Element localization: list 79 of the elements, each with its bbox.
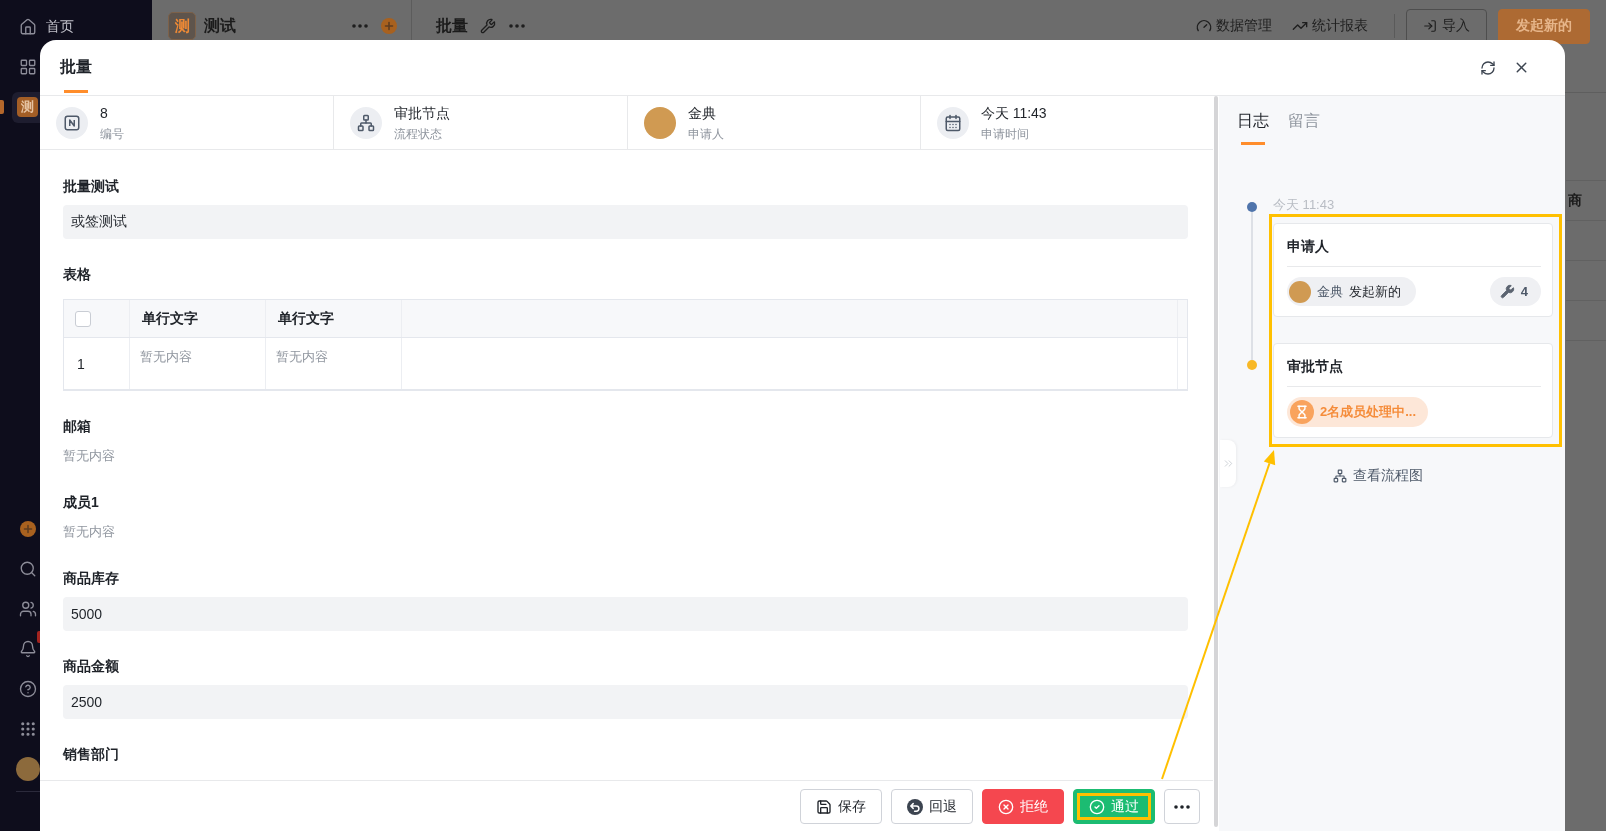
- summary-label: 流程状态: [394, 125, 444, 142]
- value-field: 2500: [63, 685, 1188, 719]
- back-button[interactable]: 回退: [891, 789, 973, 824]
- search-icon[interactable]: [19, 560, 37, 578]
- empty-value: 暂无内容: [63, 523, 115, 541]
- card-title: 申请人: [1287, 237, 1329, 255]
- field-label: 表格: [63, 265, 92, 284]
- page-title: 批量: [436, 15, 468, 36]
- calendar-icon: [936, 106, 969, 139]
- row-number: 1: [77, 355, 85, 372]
- undo-icon: [907, 798, 923, 815]
- table-cell-text: 暂无内容: [276, 348, 328, 366]
- column-header: 单行文字: [142, 309, 198, 328]
- plus-icon[interactable]: [20, 521, 36, 537]
- save-button[interactable]: 保存: [800, 789, 882, 824]
- more-icon[interactable]: [352, 24, 368, 28]
- field-label: 商品金额: [63, 657, 120, 676]
- active-indicator: [0, 100, 4, 114]
- action-text: 发起新的: [1349, 282, 1401, 301]
- users-icon[interactable]: [19, 600, 37, 618]
- bell-icon[interactable]: [19, 640, 37, 658]
- wrench-icon[interactable]: [480, 18, 496, 34]
- summary-value: 今天 11:43: [980, 103, 1047, 122]
- field-label: 批量测试: [63, 177, 120, 196]
- square-n-icon: [56, 106, 88, 139]
- toolbar-link[interactable]: 数据管理: [1196, 17, 1272, 35]
- avatar: [643, 106, 676, 139]
- hierarchy-icon: [350, 106, 383, 139]
- column-header: 商: [1567, 191, 1582, 210]
- value-field: 或签测试: [63, 205, 1188, 239]
- summary-label: 申请人: [687, 125, 724, 142]
- summary-label: 申请时间: [980, 125, 1030, 142]
- gauge-icon: [1196, 18, 1212, 34]
- collapse-handle[interactable]: [1220, 440, 1236, 487]
- summary-label: 编号: [100, 125, 124, 142]
- app-name: 测试: [204, 15, 236, 36]
- more-icon[interactable]: [509, 24, 525, 28]
- table-cell-text: 暂无内容: [140, 348, 192, 366]
- help-icon[interactable]: [19, 680, 37, 698]
- sidebar-item[interactable]: 测: [12, 91, 40, 123]
- app-icon: 测: [168, 12, 196, 40]
- log-time: 今天 11:43: [1272, 196, 1335, 214]
- empty-value: 暂无内容: [63, 447, 115, 465]
- check-circle-icon: [1089, 798, 1105, 815]
- column-header: 单行文字: [278, 309, 334, 328]
- home-icon: [19, 18, 37, 36]
- count-label: 4: [1520, 284, 1528, 299]
- refresh-icon[interactable]: [1480, 59, 1496, 76]
- field-label: 邮箱: [63, 417, 92, 436]
- app-tile: 测: [17, 97, 38, 117]
- grid-icon: [19, 58, 37, 76]
- summary-value: 8: [100, 103, 109, 122]
- card-title: 审批节点: [1287, 357, 1343, 375]
- summary-value: 金典: [687, 103, 717, 122]
- toolbar-link[interactable]: 统计报表: [1292, 17, 1368, 35]
- value-field: 5000: [63, 597, 1188, 631]
- flow-chart-link[interactable]: 查看流程图: [1333, 467, 1423, 485]
- field-label: 商品库存: [63, 569, 120, 588]
- checkbox[interactable]: [75, 310, 91, 327]
- x-circle-icon: [998, 798, 1014, 815]
- hourglass-icon: [1290, 400, 1314, 424]
- approve-button[interactable]: 通过: [1073, 789, 1155, 824]
- reject-button[interactable]: 拒绝: [982, 789, 1064, 824]
- field-label: 销售部门: [63, 745, 120, 764]
- avatar: [1289, 280, 1311, 303]
- apps-icon[interactable]: [19, 720, 37, 738]
- field-label: 成员1: [63, 493, 100, 512]
- login-icon: [1423, 19, 1437, 33]
- person-name: 金典: [1317, 282, 1343, 301]
- hierarchy-icon: [1333, 469, 1347, 483]
- summary-value: 审批节点: [394, 103, 451, 122]
- save-icon: [816, 798, 832, 815]
- panel-tab[interactable]: 留言: [1288, 96, 1320, 146]
- more-button[interactable]: [1164, 789, 1200, 824]
- status-text: 2名成员处理中...: [1320, 403, 1417, 421]
- more-icon: [1174, 804, 1190, 809]
- create-button[interactable]: 发起新的: [1498, 8, 1590, 44]
- wrench-icon: [1499, 284, 1515, 299]
- avatar[interactable]: [16, 757, 40, 781]
